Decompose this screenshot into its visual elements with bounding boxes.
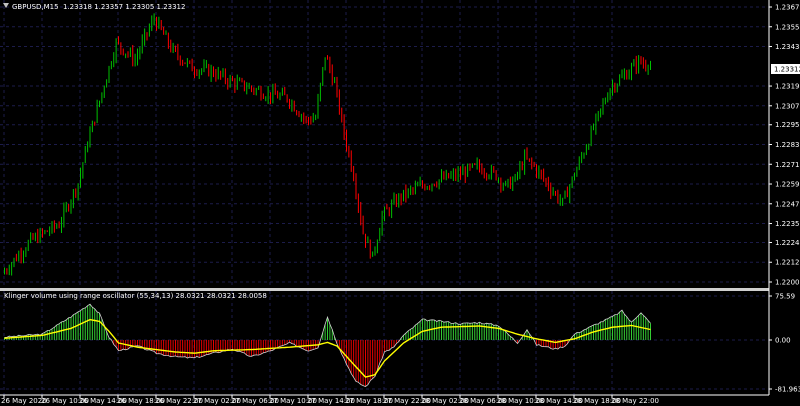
current-price-marker: 1.23312 [771, 64, 800, 74]
price-tick-label: 1.23190 [775, 83, 800, 91]
indicator-title: Klinger volume using range oscillator (5… [4, 292, 267, 300]
chart-background [0, 0, 800, 406]
price-tick-label: 1.22835 [775, 141, 800, 149]
panel-separator[interactable] [0, 288, 769, 291]
price-tick-label: 1.22715 [775, 161, 800, 169]
ohlc-label: 1.23318 1.23357 1.23305 1.23312 [63, 3, 185, 11]
price-tick-label: 1.23070 [775, 102, 800, 110]
trading-chart[interactable]: 1.23670 1.23550 1.23430 1.23190 1.23070 1.229… [0, 0, 800, 406]
indicator-tick-label: 75.59 [775, 293, 795, 301]
time-tick-label: 28 May 22:00 [611, 397, 659, 405]
symbol-label: GBPUSD,M15 [12, 3, 59, 11]
time-tick-label: 26 May 2020 [1, 397, 47, 405]
current-price-label: 1.23312 [774, 66, 800, 74]
price-tick-label: 1.22595 [775, 181, 800, 189]
price-tick-label: 1.22240 [775, 239, 800, 247]
indicator-tick-label: 0.00 [775, 337, 791, 345]
price-tick-label: 1.23670 [775, 4, 800, 12]
price-tick-label: 1.23550 [775, 23, 800, 31]
price-tick-label: 1.22475 [775, 200, 800, 208]
price-tick-label: 1.22000 [775, 279, 800, 287]
price-tick-label: 1.22955 [775, 121, 800, 129]
time-axis: 26 May 202026 May 10:0026 May 14:0026 Ma… [1, 395, 659, 405]
price-tick-label: 1.23430 [775, 43, 800, 51]
indicator-tick-label: -81.963 [775, 386, 800, 394]
price-tick-label: 1.22355 [775, 220, 800, 228]
symbol-header: GBPUSD,M15 1.23318 1.23357 1.23305 1.233… [3, 3, 185, 11]
price-tick-label: 1.22120 [775, 259, 800, 267]
